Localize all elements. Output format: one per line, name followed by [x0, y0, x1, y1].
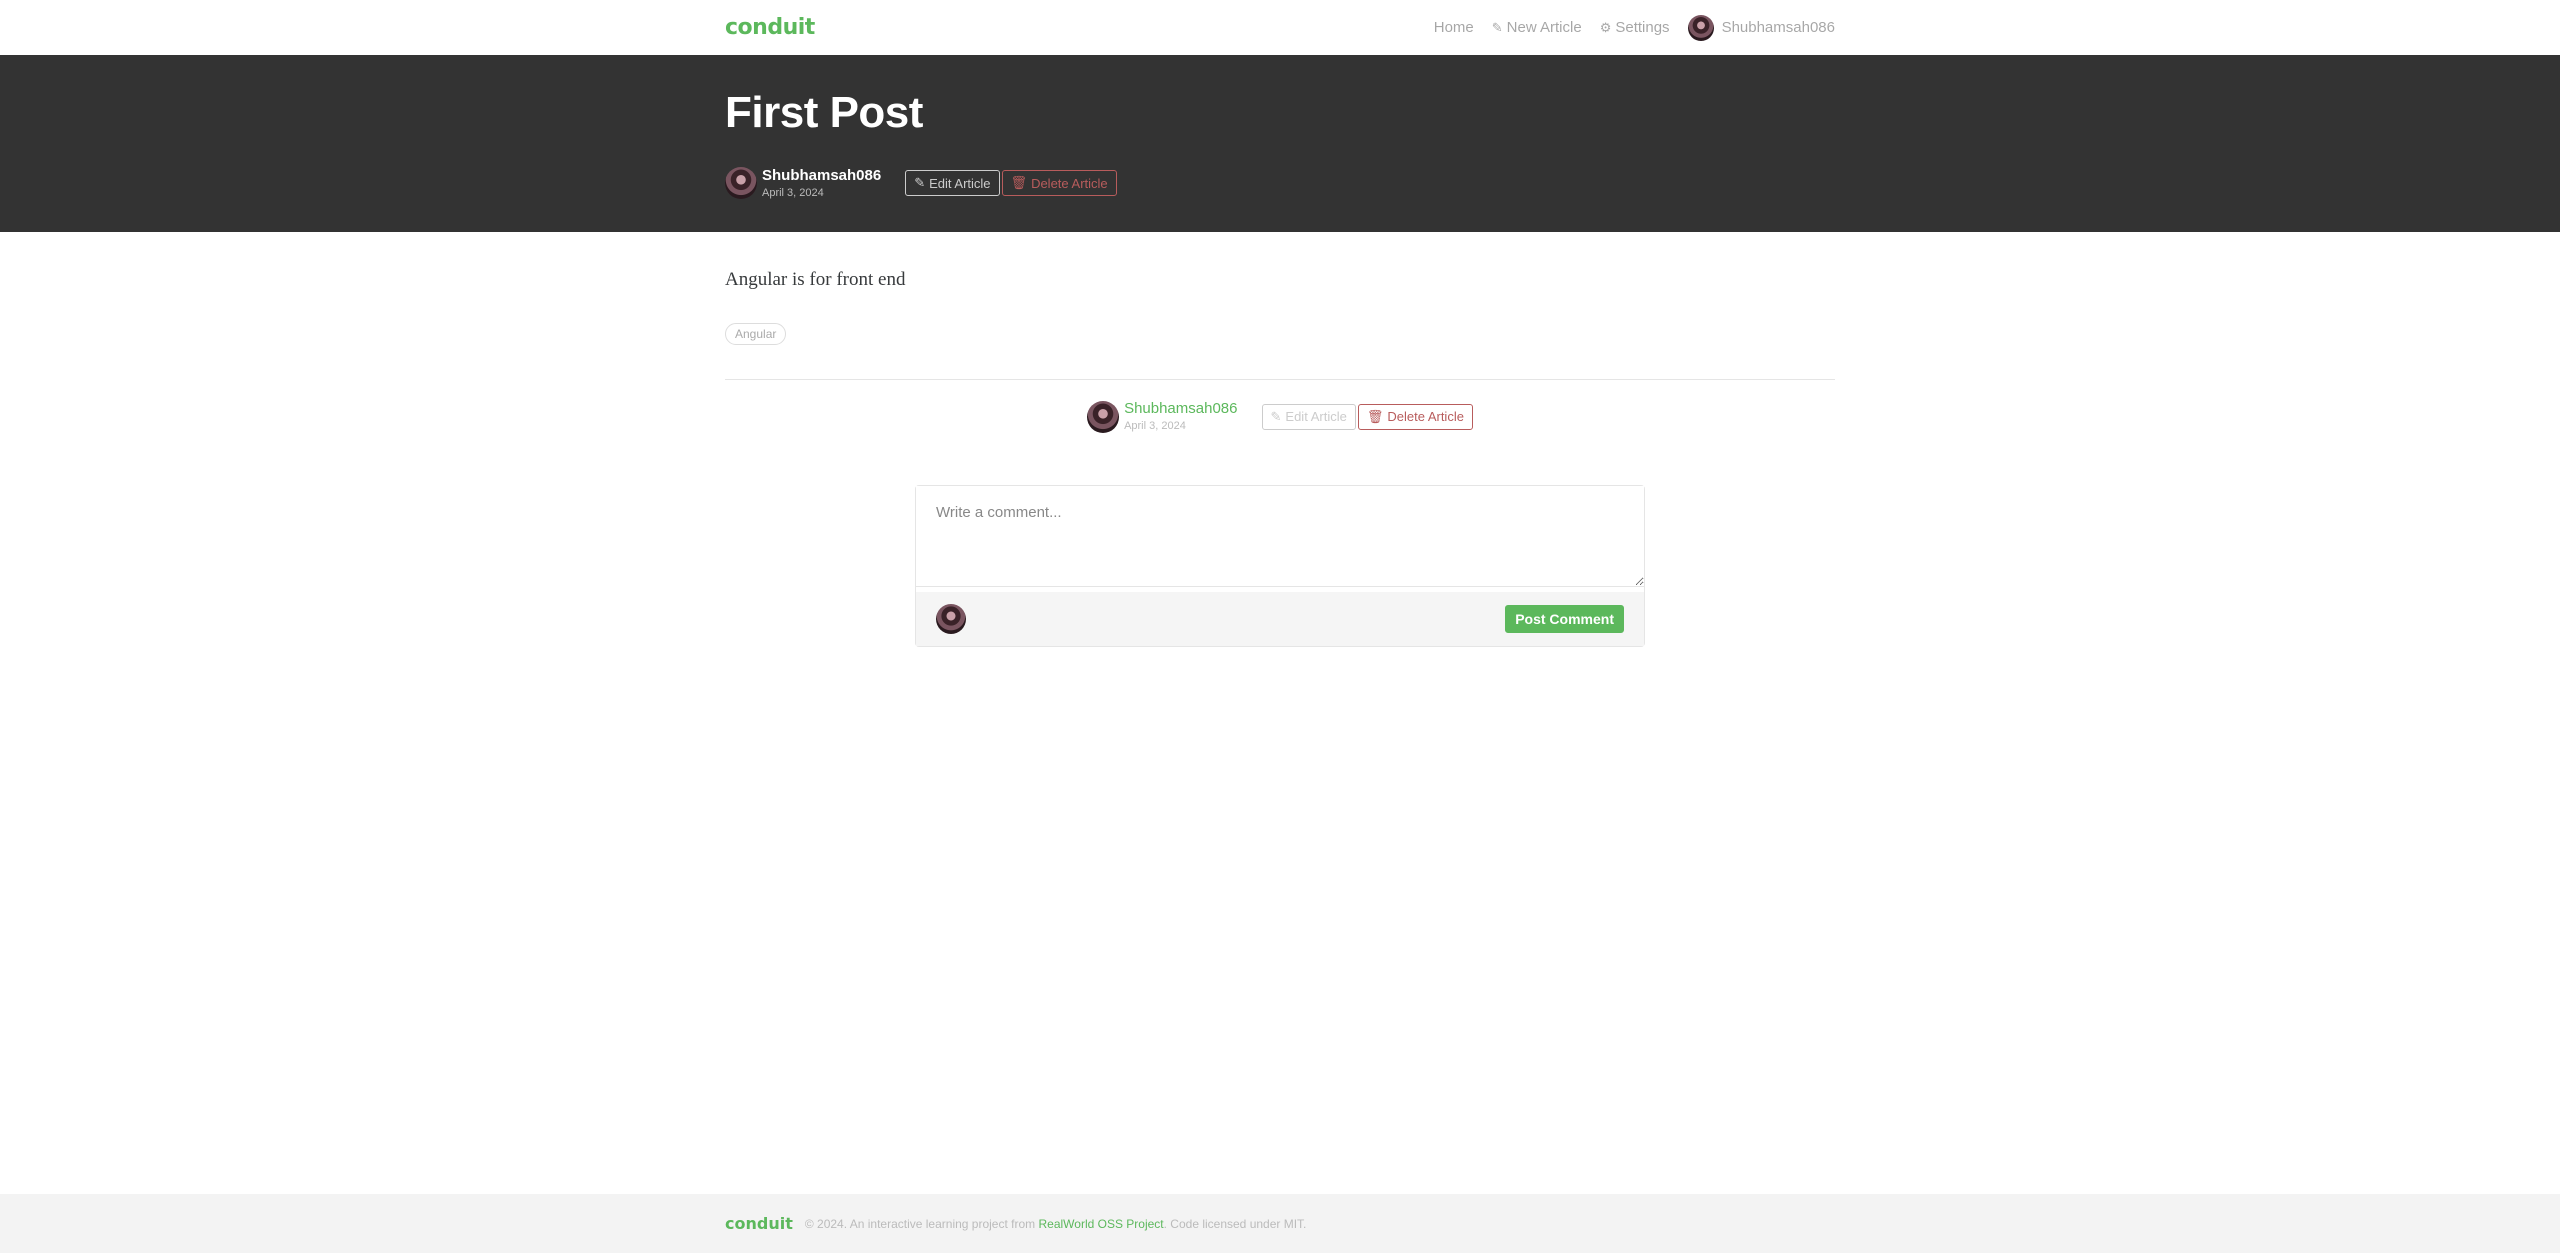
navbar: conduit Home ✎ New Article ⚙ Settings Sh… [0, 0, 2560, 55]
nav-home[interactable]: Home [1425, 19, 1483, 36]
trash-icon: 🗑 [1366, 408, 1384, 424]
footer-link[interactable]: RealWorld OSS Project [1038, 1217, 1163, 1231]
nav-settings-label: Settings [1615, 19, 1670, 36]
nav-profile[interactable]: Shubhamsah086 [1679, 14, 1835, 41]
author-avatar[interactable] [1087, 400, 1120, 433]
article-title: First Post [725, 88, 923, 137]
post-comment-button[interactable]: Post Comment [1505, 604, 1624, 633]
author-info: Shubhamsah086 April 3, 2024 [1124, 401, 1237, 432]
nav-username: Shubhamsah086 [1721, 19, 1835, 36]
nav-home-label: Home [1433, 19, 1474, 36]
article-banner: First Post Shubhamsah086 April 3, 2024 ✎… [0, 55, 2560, 232]
tag-list: Angular [725, 322, 1835, 345]
footer-text-after: . Code licensed under MIT. [1163, 1216, 1307, 1231]
author-info: Shubhamsah086 April 3, 2024 [762, 168, 881, 199]
footer: conduit © 2024. An interactive learning … [0, 1194, 2560, 1253]
edit-icon: ✎ [1491, 19, 1503, 35]
article-meta-top: Shubhamsah086 April 3, 2024 ✎ Edit Artic… [725, 167, 1835, 200]
pencil-icon: ✎ [914, 175, 926, 191]
delete-article-label: Delete Article [1031, 175, 1108, 191]
article-body-text: Angular is for front end [725, 269, 906, 290]
article-date: April 3, 2024 [762, 186, 824, 199]
author-name[interactable]: Shubhamsah086 [1124, 401, 1237, 418]
gear-icon: ⚙ [1599, 19, 1612, 35]
nav-new-article[interactable]: ✎ New Article [1483, 19, 1591, 36]
pencil-icon: ✎ [1270, 408, 1282, 424]
edit-article-button[interactable]: ✎ Edit Article [905, 170, 1000, 197]
avatar [936, 603, 966, 634]
edit-article-button[interactable]: ✎ Edit Article [1261, 403, 1356, 430]
nav-new-article-label: New Article [1506, 19, 1582, 36]
delete-article-button[interactable]: 🗑 Delete Article [1357, 403, 1473, 430]
edit-article-label: Edit Article [1285, 409, 1347, 424]
article-actions: Shubhamsah086 April 3, 2024 ✎ Edit Artic… [725, 400, 1835, 433]
comment-footer: Post Comment [916, 591, 1644, 646]
footer-attribution: © 2024. An interactive learning project … [805, 1217, 1307, 1231]
article-date: April 3, 2024 [1124, 419, 1186, 432]
comment-form: Post Comment [915, 484, 1645, 647]
author-name[interactable]: Shubhamsah086 [762, 168, 881, 185]
nav-settings[interactable]: ⚙ Settings [1591, 19, 1679, 36]
author-avatar[interactable] [725, 167, 757, 200]
footer-brand-logo[interactable]: conduit [725, 1214, 793, 1233]
edit-article-label: Edit Article [929, 175, 991, 191]
trash-icon: 🗑 [1010, 175, 1028, 191]
article-content: Angular is for front end Angular Shubham… [725, 232, 1835, 647]
divider [725, 378, 1835, 380]
avatar [1687, 14, 1714, 41]
delete-article-button[interactable]: 🗑 Delete Article [1001, 170, 1117, 197]
tag-pill[interactable]: Angular [725, 322, 787, 345]
brand-logo[interactable]: conduit [725, 15, 815, 40]
delete-article-label: Delete Article [1387, 409, 1464, 424]
nav-menu: Home ✎ New Article ⚙ Settings Shubhamsah… [1425, 14, 1835, 41]
footer-text-before: © 2024. An interactive learning project … [804, 1216, 1036, 1231]
comment-input[interactable] [916, 485, 1644, 587]
